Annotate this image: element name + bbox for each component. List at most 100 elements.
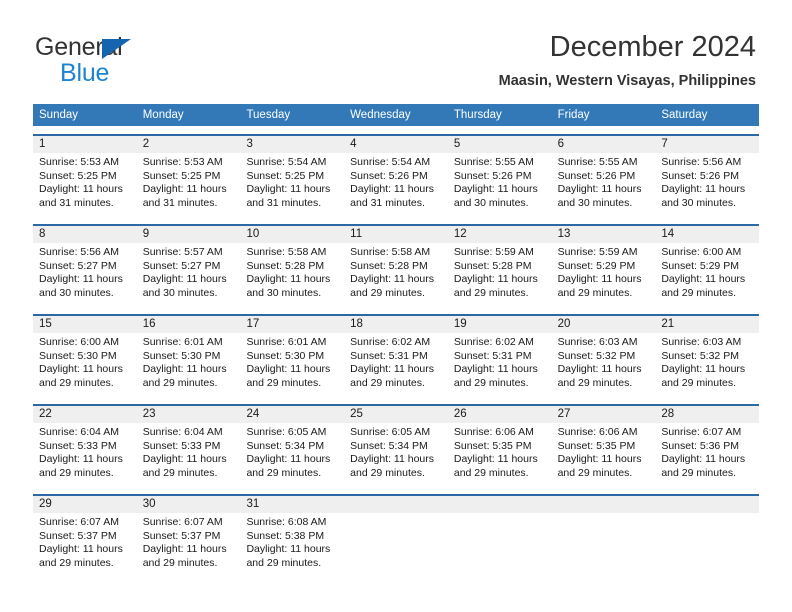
day-number[interactable]: 11: [344, 226, 448, 243]
day-cell[interactable]: Sunrise: 5:56 AM Sunset: 5:27 PM Dayligh…: [33, 243, 137, 306]
day-number[interactable]: 16: [137, 316, 241, 333]
day-cell[interactable]: Sunrise: 6:05 AM Sunset: 5:34 PM Dayligh…: [344, 423, 448, 486]
day-number[interactable]: 9: [137, 226, 241, 243]
sunset-text: Sunset: 5:38 PM: [246, 529, 325, 542]
day-number[interactable]: 1: [33, 136, 137, 153]
daylight-text-line2: and 29 minutes.: [557, 376, 633, 389]
day-cell[interactable]: Sunrise: 6:04 AM Sunset: 5:33 PM Dayligh…: [33, 423, 137, 486]
day-number[interactable]: 6: [552, 136, 656, 153]
day-number[interactable]: 28: [655, 406, 759, 423]
week-row: 8 9 10 11 12 13 14 Sunrise: 5:56 AM Suns…: [33, 224, 759, 306]
sunrise-text: Sunrise: 6:05 AM: [350, 426, 431, 438]
daylight-text-line2: and 31 minutes.: [246, 196, 322, 209]
sunrise-text: Sunrise: 5:53 AM: [142, 156, 223, 168]
day-cell[interactable]: Sunrise: 6:02 AM Sunset: 5:31 PM Dayligh…: [344, 333, 448, 396]
day-cell[interactable]: Sunrise: 5:54 AM Sunset: 5:26 PM Dayligh…: [344, 153, 448, 216]
day-number[interactable]: 3: [240, 136, 344, 153]
daylight-text-line2: and 29 minutes.: [39, 466, 114, 479]
day-number[interactable]: 25: [344, 406, 448, 423]
daylight-text-line2: and 29 minutes.: [453, 376, 529, 389]
day-cell[interactable]: Sunrise: 6:06 AM Sunset: 5:35 PM Dayligh…: [448, 423, 552, 486]
daylight-text-line1: Daylight: 11 hours: [142, 273, 227, 286]
day-cell[interactable]: Sunrise: 5:56 AM Sunset: 5:26 PM Dayligh…: [655, 153, 759, 216]
week-detail-band: Sunrise: 5:53 AM Sunset: 5:25 PM Dayligh…: [33, 153, 759, 216]
page-title: December 2024: [549, 31, 756, 63]
calendar-grid: Sunday Monday Tuesday Wednesday Thursday…: [33, 104, 759, 576]
day-number[interactable]: 31: [240, 496, 344, 513]
day-cell[interactable]: Sunrise: 5:53 AM Sunset: 5:25 PM Dayligh…: [137, 153, 241, 216]
week-detail-band: Sunrise: 5:56 AM Sunset: 5:27 PM Dayligh…: [33, 243, 759, 306]
day-number[interactable]: 19: [448, 316, 552, 333]
daylight-text-line1: Daylight: 11 hours: [350, 363, 435, 376]
day-cell[interactable]: Sunrise: 5:58 AM Sunset: 5:28 PM Dayligh…: [240, 243, 344, 306]
day-number[interactable]: 2: [137, 136, 241, 153]
day-number[interactable]: 17: [240, 316, 344, 333]
day-cell[interactable]: Sunrise: 6:02 AM Sunset: 5:31 PM Dayligh…: [448, 333, 552, 396]
day-number[interactable]: 12: [448, 226, 552, 243]
day-number[interactable]: 30: [137, 496, 241, 513]
day-number[interactable]: 26: [448, 406, 552, 423]
day-cell[interactable]: Sunrise: 5:58 AM Sunset: 5:28 PM Dayligh…: [344, 243, 448, 306]
day-number[interactable]: 13: [552, 226, 656, 243]
day-cell[interactable]: Sunrise: 6:05 AM Sunset: 5:34 PM Dayligh…: [240, 423, 344, 486]
day-cell[interactable]: Sunrise: 6:03 AM Sunset: 5:32 PM Dayligh…: [655, 333, 759, 396]
day-number[interactable]: 15: [33, 316, 137, 333]
day-number[interactable]: 4: [344, 136, 448, 153]
sunset-text: Sunset: 5:34 PM: [246, 439, 325, 452]
daylight-text-line1: Daylight: 11 hours: [142, 183, 227, 196]
day-number[interactable]: 27: [552, 406, 656, 423]
daylight-text-line1: Daylight: 11 hours: [246, 543, 331, 556]
sunset-text: Sunset: 5:37 PM: [39, 529, 117, 542]
daylight-text-line2: and 31 minutes.: [39, 196, 114, 209]
sunset-text: Sunset: 5:26 PM: [661, 169, 739, 182]
day-number[interactable]: 24: [240, 406, 344, 423]
day-cell[interactable]: Sunrise: 6:08 AM Sunset: 5:38 PM Dayligh…: [240, 513, 344, 576]
day-cell[interactable]: Sunrise: 6:06 AM Sunset: 5:35 PM Dayligh…: [552, 423, 656, 486]
day-number[interactable]: 21: [655, 316, 759, 333]
daylight-text-line1: Daylight: 11 hours: [557, 363, 642, 376]
daylight-text-line1: Daylight: 11 hours: [39, 183, 123, 196]
day-cell[interactable]: Sunrise: 5:54 AM Sunset: 5:25 PM Dayligh…: [240, 153, 344, 216]
day-cell[interactable]: Sunrise: 5:59 AM Sunset: 5:28 PM Dayligh…: [448, 243, 552, 306]
day-number[interactable]: 8: [33, 226, 137, 243]
sunset-text: Sunset: 5:35 PM: [453, 439, 532, 452]
day-number[interactable]: 23: [137, 406, 241, 423]
day-cell[interactable]: Sunrise: 5:57 AM Sunset: 5:27 PM Dayligh…: [137, 243, 241, 306]
sunrise-text: Sunrise: 6:07 AM: [39, 516, 119, 528]
day-cell[interactable]: Sunrise: 5:55 AM Sunset: 5:26 PM Dayligh…: [448, 153, 552, 216]
sunset-text: Sunset: 5:28 PM: [350, 259, 428, 272]
day-number[interactable]: 18: [344, 316, 448, 333]
day-cell[interactable]: Sunrise: 6:07 AM Sunset: 5:36 PM Dayligh…: [655, 423, 759, 486]
day-number[interactable]: 20: [552, 316, 656, 333]
day-number[interactable]: 14: [655, 226, 759, 243]
day-cell[interactable]: Sunrise: 6:01 AM Sunset: 5:30 PM Dayligh…: [240, 333, 344, 396]
daylight-text-line2: and 29 minutes.: [350, 376, 425, 389]
sunrise-text: Sunrise: 5:55 AM: [453, 156, 534, 168]
day-cell[interactable]: Sunrise: 6:04 AM Sunset: 5:33 PM Dayligh…: [137, 423, 241, 486]
day-cell[interactable]: Sunrise: 6:01 AM Sunset: 5:30 PM Dayligh…: [137, 333, 241, 396]
day-cell[interactable]: Sunrise: 5:59 AM Sunset: 5:29 PM Dayligh…: [552, 243, 656, 306]
sunset-text: Sunset: 5:37 PM: [142, 529, 221, 542]
day-cell[interactable]: Sunrise: 5:55 AM Sunset: 5:26 PM Dayligh…: [552, 153, 656, 216]
sunset-text: Sunset: 5:28 PM: [246, 259, 325, 272]
day-cell[interactable]: Sunrise: 5:53 AM Sunset: 5:25 PM Dayligh…: [33, 153, 137, 216]
day-number[interactable]: 5: [448, 136, 552, 153]
logo-text-blue: Blue: [60, 59, 110, 87]
general-blue-logo[interactable]: General Blue: [35, 33, 235, 87]
daylight-text-line2: and 29 minutes.: [453, 466, 529, 479]
sunrise-text: Sunrise: 6:08 AM: [246, 516, 327, 528]
sunrise-text: Sunrise: 6:03 AM: [557, 336, 638, 348]
sunrise-text: Sunrise: 6:00 AM: [39, 336, 119, 348]
sunset-text: Sunset: 5:36 PM: [661, 439, 739, 452]
day-cell[interactable]: Sunrise: 6:00 AM Sunset: 5:29 PM Dayligh…: [655, 243, 759, 306]
day-cell[interactable]: Sunrise: 6:07 AM Sunset: 5:37 PM Dayligh…: [137, 513, 241, 576]
day-cell[interactable]: Sunrise: 6:03 AM Sunset: 5:32 PM Dayligh…: [552, 333, 656, 396]
day-cell[interactable]: Sunrise: 6:07 AM Sunset: 5:37 PM Dayligh…: [33, 513, 137, 576]
week-detail-band: Sunrise: 6:00 AM Sunset: 5:30 PM Dayligh…: [33, 333, 759, 396]
day-number[interactable]: 10: [240, 226, 344, 243]
day-number[interactable]: 7: [655, 136, 759, 153]
daylight-text-line1: Daylight: 11 hours: [39, 543, 123, 556]
day-cell[interactable]: Sunrise: 6:00 AM Sunset: 5:30 PM Dayligh…: [33, 333, 137, 396]
day-number[interactable]: 29: [33, 496, 137, 513]
day-number[interactable]: 22: [33, 406, 137, 423]
